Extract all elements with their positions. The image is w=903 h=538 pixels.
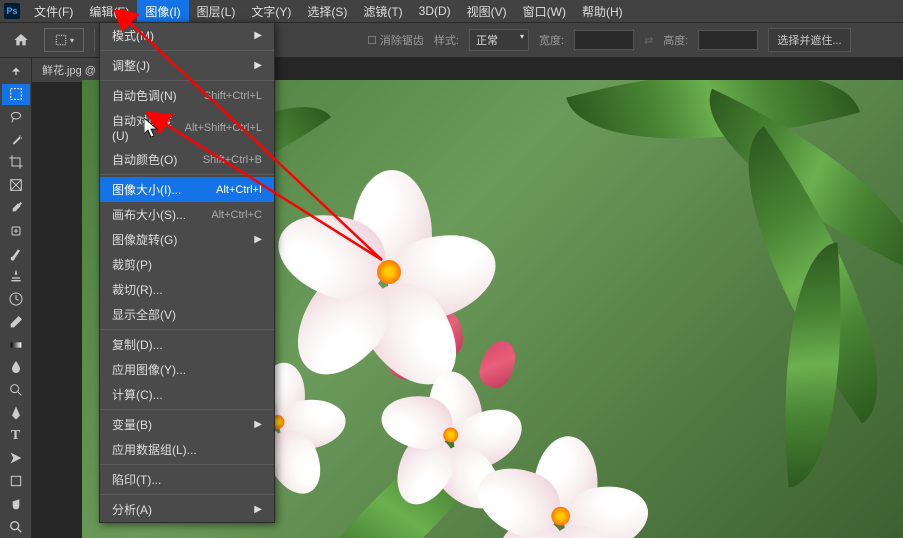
gradient-tool-icon[interactable] [2, 334, 30, 355]
tool-preset-picker[interactable]: ▾ [44, 28, 84, 52]
menu-item[interactable]: 计算(C)... [100, 382, 274, 407]
menu-type[interactable]: 文字(Y) [243, 0, 299, 23]
menu-item[interactable]: 裁剪(P) [100, 252, 274, 277]
move-tool-icon[interactable] [2, 61, 30, 82]
menu-item[interactable]: 复制(D)... [100, 332, 274, 357]
style-label: 样式: [434, 32, 459, 48]
menu-item[interactable]: 自动对比度(U)Alt+Shift+Ctrl+L [100, 108, 274, 147]
menu-item[interactable]: 自动色调(N)Shift+Ctrl+L [100, 83, 274, 108]
shape-tool-icon[interactable] [2, 471, 30, 492]
stamp-tool-icon[interactable] [2, 266, 30, 287]
menu-item[interactable]: 显示全部(V) [100, 302, 274, 327]
menu-item[interactable]: 模式(M)▶ [100, 23, 274, 48]
menu-item[interactable]: 陷印(T)... [100, 467, 274, 492]
path-tool-icon[interactable] [2, 448, 30, 469]
menu-item[interactable]: 分析(A)▶ [100, 497, 274, 522]
menu-item[interactable]: 自动颜色(O)Shift+Ctrl+B [100, 147, 274, 172]
menubar: Ps 文件(F) 编辑(E) 图像(I) 图层(L) 文字(Y) 选择(S) 滤… [0, 0, 903, 22]
menu-file[interactable]: 文件(F) [26, 0, 81, 23]
pen-tool-icon[interactable] [2, 402, 30, 423]
healing-tool-icon[interactable] [2, 220, 30, 241]
tools-panel: T [0, 58, 32, 538]
menu-help[interactable]: 帮助(H) [574, 0, 631, 23]
frame-tool-icon[interactable] [2, 175, 30, 196]
menu-edit[interactable]: 编辑(E) [81, 0, 137, 23]
image-menu-dropdown: 模式(M)▶ 调整(J)▶ 自动色调(N)Shift+Ctrl+L自动对比度(U)A… [99, 22, 275, 523]
menu-item[interactable]: 裁切(R)... [100, 277, 274, 302]
select-and-mask-button[interactable]: 选择并遮住... [768, 28, 850, 52]
menu-item[interactable]: 图像大小(I)...Alt+Ctrl+I [100, 177, 274, 202]
menu-item[interactable]: 应用数据组(L)... [100, 437, 274, 462]
width-input[interactable] [574, 30, 634, 50]
home-button[interactable] [8, 27, 34, 53]
menu-item[interactable]: 画布大小(S)...Alt+Ctrl+C [100, 202, 274, 227]
menu-view[interactable]: 视图(V) [459, 0, 515, 23]
menu-item[interactable]: 应用图像(Y)... [100, 357, 274, 382]
app-icon: Ps [4, 3, 20, 19]
marquee-tool-icon[interactable] [2, 84, 30, 105]
menu-item[interactable]: 调整(J)▶ [100, 53, 274, 78]
brush-tool-icon[interactable] [2, 243, 30, 264]
menu-select[interactable]: 选择(S) [299, 0, 355, 23]
height-input[interactable] [698, 30, 758, 50]
history-brush-tool-icon[interactable] [2, 289, 30, 310]
menu-image[interactable]: 图像(I) [137, 0, 188, 23]
hand-tool-icon[interactable] [2, 494, 30, 515]
antialias-checkbox[interactable]: ☐ 消除锯齿 [367, 32, 424, 48]
eyedropper-tool-icon[interactable] [2, 198, 30, 219]
menu-3d[interactable]: 3D(D) [411, 1, 459, 21]
eraser-tool-icon[interactable] [2, 311, 30, 332]
magic-wand-tool-icon[interactable] [2, 129, 30, 150]
style-select[interactable]: 正常 ▾ [469, 29, 529, 51]
blur-tool-icon[interactable] [2, 357, 30, 378]
type-tool-icon[interactable]: T [2, 425, 30, 446]
lasso-tool-icon[interactable] [2, 107, 30, 128]
dodge-tool-icon[interactable] [2, 380, 30, 401]
menu-item[interactable]: 图像旋转(G)▶ [100, 227, 274, 252]
width-label: 宽度: [539, 32, 564, 48]
menu-window[interactable]: 窗口(W) [515, 0, 574, 23]
zoom-tool-icon[interactable] [2, 516, 30, 537]
menu-item[interactable]: 变量(B)▶ [100, 412, 274, 437]
menu-layer[interactable]: 图层(L) [189, 0, 244, 23]
menu-filter[interactable]: 滤镜(T) [355, 0, 410, 23]
height-label: 高度: [663, 32, 688, 48]
crop-tool-icon[interactable] [2, 152, 30, 173]
